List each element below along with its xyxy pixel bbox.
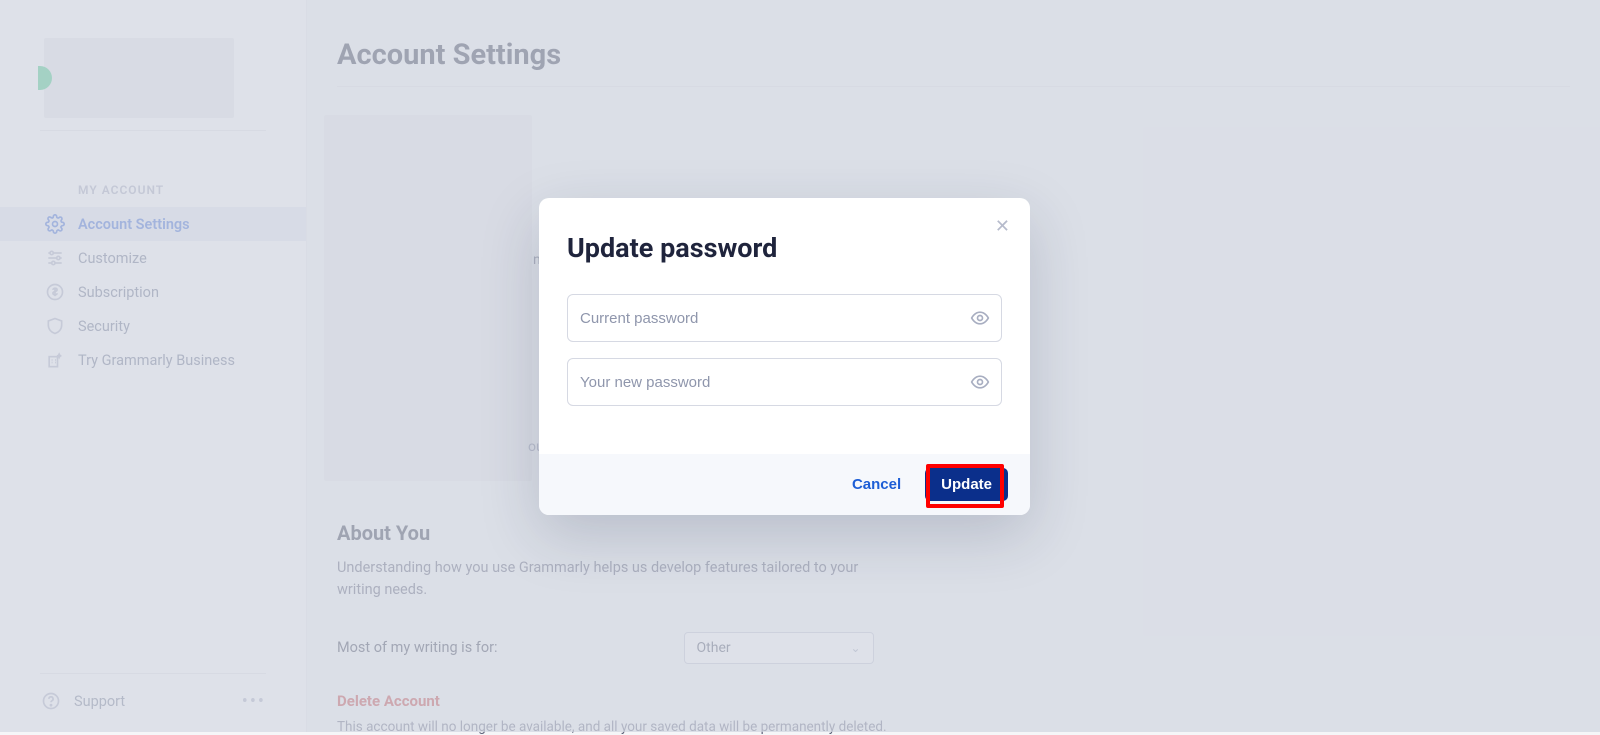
modal-footer: Cancel Update (539, 454, 1030, 515)
eye-icon[interactable] (970, 308, 990, 328)
eye-icon[interactable] (970, 372, 990, 392)
update-button[interactable]: Update (925, 468, 1008, 501)
current-password-input[interactable] (567, 294, 1002, 342)
close-icon[interactable]: ✕ (995, 218, 1010, 236)
new-password-input[interactable] (567, 358, 1002, 406)
update-password-modal: ✕ Update password Cancel Update (539, 198, 1030, 515)
cancel-button[interactable]: Cancel (840, 468, 913, 501)
modal-title: Update password (567, 232, 1002, 264)
